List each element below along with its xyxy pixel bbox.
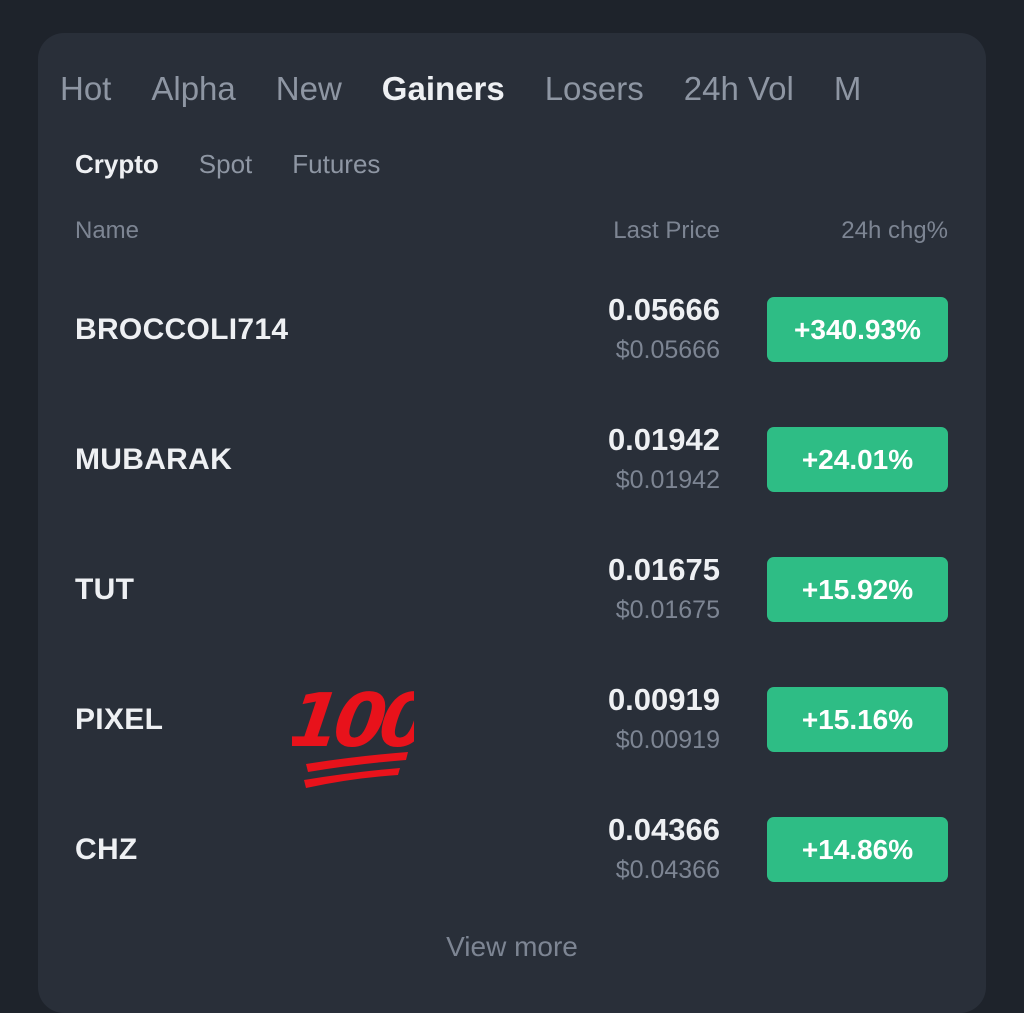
- table-row[interactable]: MUBARAK 0.01942 $0.01942 +24.01%: [0, 410, 1024, 520]
- change-badge[interactable]: +15.16%: [767, 687, 948, 752]
- subtab-futures[interactable]: Futures: [292, 146, 380, 182]
- last-price: 0.04366: [607, 812, 720, 847]
- usd-price: $0.05666: [615, 336, 720, 364]
- tabs-fade-overlay: [916, 66, 946, 112]
- last-price: 0.00919: [607, 682, 720, 717]
- usd-price: $0.04366: [615, 856, 720, 884]
- usd-price: $0.00919: [615, 726, 720, 754]
- tab-losers[interactable]: Losers: [545, 66, 644, 112]
- tab-24h-vol[interactable]: 24h Vol: [684, 66, 794, 112]
- last-price: 0.01675: [607, 552, 720, 587]
- change-badge[interactable]: +340.93%: [767, 297, 948, 362]
- coin-name: MUBARAK: [75, 443, 233, 476]
- column-header-name[interactable]: Name: [75, 215, 139, 247]
- last-price: 0.01942: [607, 422, 720, 457]
- tab-alpha[interactable]: Alpha: [151, 66, 235, 112]
- coin-name: BROCCOLI714: [75, 313, 289, 346]
- subtab-crypto[interactable]: Crypto: [75, 146, 159, 182]
- subtab-spot[interactable]: Spot: [199, 146, 253, 182]
- usd-price: $0.01675: [615, 596, 720, 624]
- table-row[interactable]: CHZ 0.04366 $0.04366 +14.86%: [0, 800, 1024, 910]
- tab-new[interactable]: New: [276, 66, 342, 112]
- hundred-points-emoji-icon: 100: [292, 677, 414, 788]
- change-badge[interactable]: +14.86%: [767, 817, 948, 882]
- usd-price: $0.01942: [615, 466, 720, 494]
- coin-name: TUT: [75, 573, 135, 606]
- tab-gainers[interactable]: Gainers: [382, 66, 505, 112]
- market-type-tabs: Crypto Spot Futures: [75, 146, 380, 182]
- coin-name: PIXEL: [75, 703, 164, 736]
- view-more-link[interactable]: View more: [0, 928, 1024, 966]
- table-row[interactable]: TUT 0.01675 $0.01675 +15.92%: [0, 540, 1024, 650]
- tab-more-truncated[interactable]: M: [834, 66, 862, 112]
- tab-hot[interactable]: Hot: [60, 66, 111, 112]
- table-row[interactable]: PIXEL 0.00919 $0.00919 +15.16%: [0, 670, 1024, 780]
- last-price: 0.05666: [607, 292, 720, 327]
- change-badge[interactable]: +15.92%: [767, 557, 948, 622]
- svg-text:100: 100: [292, 677, 414, 764]
- category-tabs: Hot Alpha New Gainers Losers 24h Vol M: [60, 66, 946, 112]
- change-badge[interactable]: +24.01%: [767, 427, 948, 492]
- coin-name: CHZ: [75, 833, 138, 866]
- column-header-last-price[interactable]: Last Price: [613, 215, 720, 247]
- column-header-change[interactable]: 24h chg%: [841, 215, 948, 247]
- table-row[interactable]: BROCCOLI714 0.05666 $0.05666 +340.93%: [0, 280, 1024, 390]
